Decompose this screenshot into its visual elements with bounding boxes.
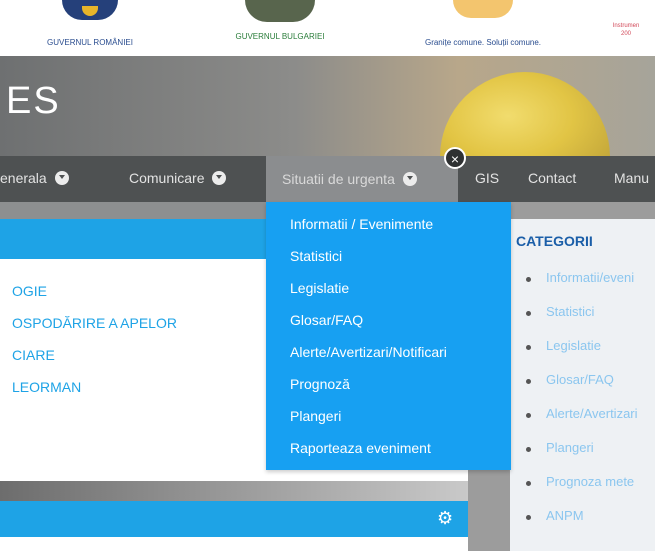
site-title: ES: [6, 80, 61, 122]
nav-item-label: Comunicare: [129, 170, 205, 186]
menu-item-statistici[interactable]: Statistici: [290, 248, 447, 280]
romania-logo: GUVERNUL ROMÂNIEI: [20, 0, 160, 47]
menu-item-raporteaza-eveniment[interactable]: Raporteaza eveniment: [290, 440, 447, 472]
nav-item-manual[interactable]: Manu: [614, 170, 649, 186]
bulgaria-logo-text: GUVERNUL BULGARIEI: [235, 32, 325, 41]
category-item[interactable]: Legislatie: [524, 338, 638, 372]
category-item[interactable]: Plangeri: [524, 440, 638, 474]
nav-item-generala[interactable]: enerala: [0, 170, 69, 186]
chevron-down-icon: [54, 171, 69, 186]
widget-body: [0, 537, 468, 551]
nav-item-contact[interactable]: Contact: [528, 170, 576, 186]
content-header-bar: [0, 219, 268, 259]
content-link[interactable]: LEORMAN: [12, 379, 81, 395]
romania-emblem-icon: [62, 0, 118, 20]
categories-title: CATEGORII: [516, 233, 593, 249]
program-logo: Granițe comune. Soluții comune.: [388, 0, 578, 47]
situatii-dropdown-menu: Informatii / Evenimente Statistici Legis…: [266, 202, 511, 470]
main-navigation: enerala Comunicare Situatii de urgenta G…: [0, 156, 655, 202]
nav-item-label: GIS: [475, 170, 500, 186]
gear-icon[interactable]: ⚙: [437, 509, 455, 527]
chevron-down-icon: [212, 171, 227, 186]
categories-list: Informatii/eveni Statistici Legislatie G…: [524, 270, 638, 542]
hard-hat-image: [440, 72, 610, 156]
menu-item-plangeri[interactable]: Plangeri: [290, 408, 447, 440]
partner-logo-strip: GUVERNUL ROMÂNIEI GUVERNUL BULGARIEI Gra…: [0, 0, 655, 56]
nav-item-situatii-de-urgenta[interactable]: Situatii de urgenta: [266, 156, 458, 202]
category-item[interactable]: ANPM: [524, 508, 638, 542]
content-link[interactable]: OSPODĂRIRE A APELOR: [12, 315, 177, 331]
content-link[interactable]: CIARE: [12, 347, 55, 363]
close-icon[interactable]: ×: [444, 147, 466, 169]
nav-item-label: Manu: [614, 170, 650, 186]
nav-item-gis[interactable]: GIS: [475, 170, 499, 186]
nav-item-comunicare[interactable]: Comunicare: [129, 170, 227, 186]
chevron-down-icon: [402, 172, 417, 187]
widget-header-bar: [0, 501, 468, 537]
program-logo-text: Granițe comune. Soluții comune.: [424, 38, 542, 47]
menu-item-informatii-evenimente[interactable]: Informatii / Evenimente: [290, 216, 447, 248]
bulgaria-logo: GUVERNUL BULGARIEI: [205, 0, 355, 41]
category-item[interactable]: Glosar/FAQ: [524, 372, 638, 406]
menu-item-legislatie[interactable]: Legislatie: [290, 280, 447, 312]
bulgaria-emblem-icon: [245, 0, 315, 22]
menu-item-alerte[interactable]: Alerte/Avertizari/Notificari: [290, 344, 447, 376]
category-item[interactable]: Statistici: [524, 304, 638, 338]
program-emblem-icon: [453, 0, 513, 18]
content-link[interactable]: OGIE: [12, 283, 47, 299]
nav-item-label: Situatii de urgenta: [282, 171, 395, 187]
nav-item-label: Contact: [528, 170, 577, 186]
menu-item-glosar-faq[interactable]: Glosar/FAQ: [290, 312, 447, 344]
category-item[interactable]: Prognoza mete: [524, 474, 638, 508]
hero-banner: ES: [0, 56, 655, 156]
content-image-strip: [0, 481, 468, 501]
category-item[interactable]: Alerte/Avertizari: [524, 406, 638, 440]
nav-item-label: enerala: [0, 170, 47, 186]
category-item[interactable]: Informatii/eveni: [524, 270, 638, 304]
instrument-logo-text: Instrumen 200: [612, 23, 640, 37]
romania-logo-text: GUVERNUL ROMÂNIEI: [47, 38, 133, 47]
menu-item-prognoza[interactable]: Prognoză: [290, 376, 447, 408]
